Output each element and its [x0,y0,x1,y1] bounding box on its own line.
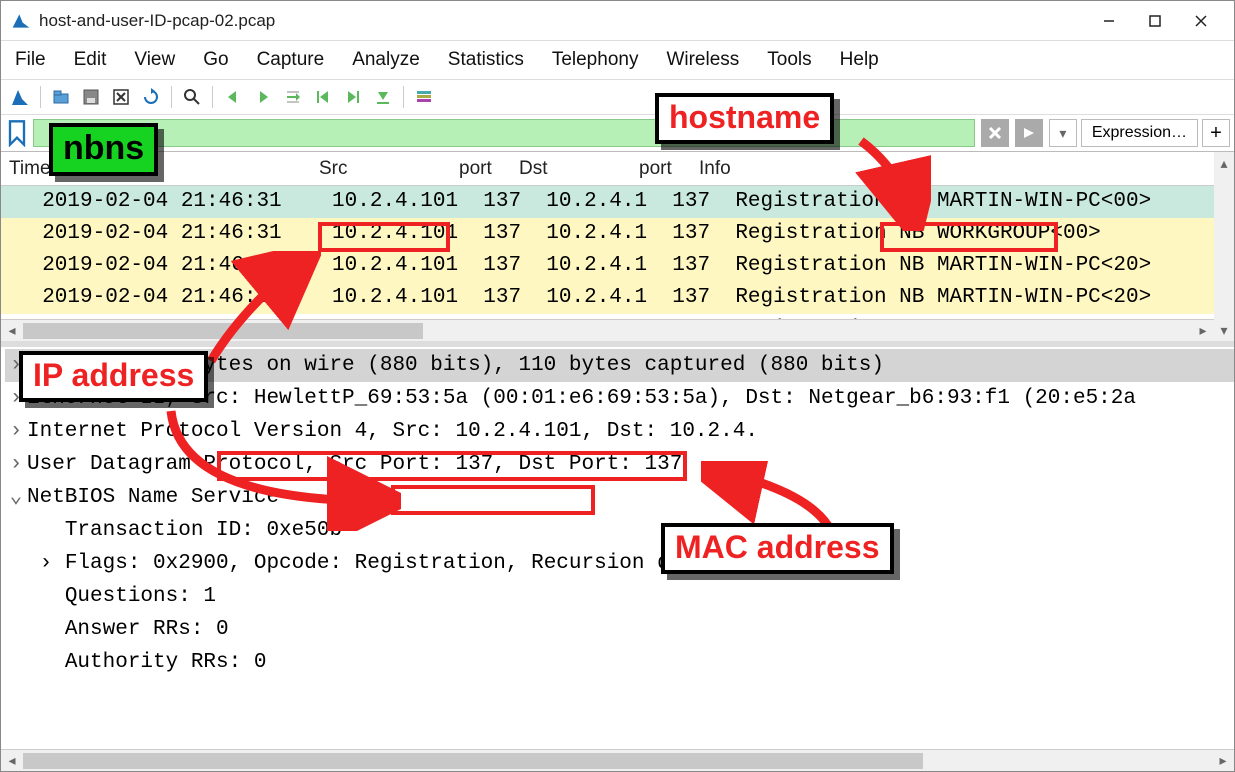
wireshark-logo-icon[interactable] [7,84,33,110]
scrollbar-vertical[interactable] [1214,174,1234,319]
menu-edit[interactable]: Edit [74,49,107,71]
packet-row[interactable]: 2019-02-04 21:46:31 10.2.4.101 137 10.2.… [1,250,1234,282]
menu-bar: File Edit View Go Capture Analyze Statis… [1,41,1234,79]
menu-wireless[interactable]: Wireless [666,49,739,71]
close-file-icon[interactable] [108,84,134,110]
detail-txid: Transaction ID: 0xe50b [5,514,1234,547]
save-icon[interactable] [78,84,104,110]
detail-udp: ›User Datagram Protocol, Src Port: 137, … [5,448,1234,481]
window-title: host-and-user-ID-pcap-02.pcap [39,11,275,31]
menu-file[interactable]: File [15,49,46,71]
bookmark-icon[interactable] [5,119,29,147]
auto-scroll-icon[interactable] [370,84,396,110]
detail-authority: Authority RRs: 0 [5,646,1234,679]
toolbar [1,79,1234,115]
close-button[interactable] [1178,5,1224,37]
scroll-right-icon[interactable]: ▸ [1192,320,1214,342]
menu-tools[interactable]: Tools [767,49,811,71]
go-to-packet-icon[interactable] [280,84,306,110]
go-last-icon[interactable] [340,84,366,110]
packet-row[interactable]: 2019-02-04 21:46:33 10.2.4.101 137 10.2.… [1,282,1234,314]
clear-filter-button[interactable] [981,119,1009,147]
scroll-down-icon[interactable]: ▾ [1214,319,1234,341]
filter-history-button[interactable]: ▾ [1049,119,1077,147]
scrollbar-horizontal-bottom[interactable] [23,753,1212,769]
packet-row[interactable]: 2019-02-04 21:46:31 10.2.4.101 137 10.2.… [1,186,1234,218]
scroll-left-icon[interactable]: ◂ [1,320,23,342]
menu-telephony[interactable]: Telephony [552,49,639,71]
detail-frame: ›Frame 5: 110 bytes on wire (880 bits), … [5,349,1234,382]
go-first-icon[interactable] [310,84,336,110]
apply-filter-button[interactable] [1015,119,1043,147]
packet-list-pane: Time Src port Dst port Info 2019-02-04 2… [1,151,1234,341]
packet-rows[interactable]: 2019-02-04 21:46:31 10.2.4.101 137 10.2.… [1,186,1234,341]
go-forward-icon[interactable] [250,84,276,110]
minimize-button[interactable] [1086,5,1132,37]
expression-button[interactable]: Expression… [1081,119,1198,147]
detail-ethernet: ›Ethernet II, Src: HewlettP_69:53:5a (00… [5,382,1234,415]
menu-go[interactable]: Go [203,49,228,71]
menu-statistics[interactable]: Statistics [448,49,524,71]
col-sport[interactable]: port [451,158,511,180]
add-filter-button[interactable]: + [1202,119,1230,147]
packet-column-headers[interactable]: Time Src port Dst port Info [1,152,1234,186]
scroll-left-icon[interactable]: ◂ [1,750,23,772]
detail-answers: Answer RRs: 0 [5,613,1234,646]
col-src[interactable]: Src [311,158,451,180]
maximize-button[interactable] [1132,5,1178,37]
title-bar: host-and-user-ID-pcap-02.pcap [1,1,1234,41]
detail-questions: Questions: 1 [5,580,1234,613]
display-filter-input[interactable] [33,119,975,147]
scrollbar-horizontal[interactable] [23,323,1192,339]
filter-bar: ▾ Expression… + [1,115,1234,151]
detail-flags: › Flags: 0x2900, Opcode: Registration, R… [5,547,1234,580]
detail-nbns: ⌄NetBIOS Name Service [5,481,1234,514]
find-icon[interactable] [179,84,205,110]
col-dport[interactable]: port [631,158,691,180]
packet-row[interactable]: 2019-02-04 21:46:31 10.2.4.101 137 10.2.… [1,218,1234,250]
scroll-up-icon[interactable]: ▴ [1214,152,1234,174]
go-back-icon[interactable] [220,84,246,110]
menu-help[interactable]: Help [840,49,879,71]
col-info[interactable]: Info [691,158,1234,180]
menu-view[interactable]: View [134,49,175,71]
col-time[interactable]: Time [1,158,311,180]
menu-analyze[interactable]: Analyze [352,49,420,71]
colorize-icon[interactable] [411,84,437,110]
open-icon[interactable] [48,84,74,110]
reload-icon[interactable] [138,84,164,110]
detail-ip: ›Internet Protocol Version 4, Src: 10.2.… [5,415,1234,448]
scroll-right-icon[interactable]: ▸ [1212,750,1234,772]
wireshark-icon [11,11,31,31]
menu-capture[interactable]: Capture [257,49,325,71]
col-dst[interactable]: Dst [511,158,631,180]
packet-details-pane[interactable]: ›Frame 5: 110 bytes on wire (880 bits), … [1,341,1234,681]
